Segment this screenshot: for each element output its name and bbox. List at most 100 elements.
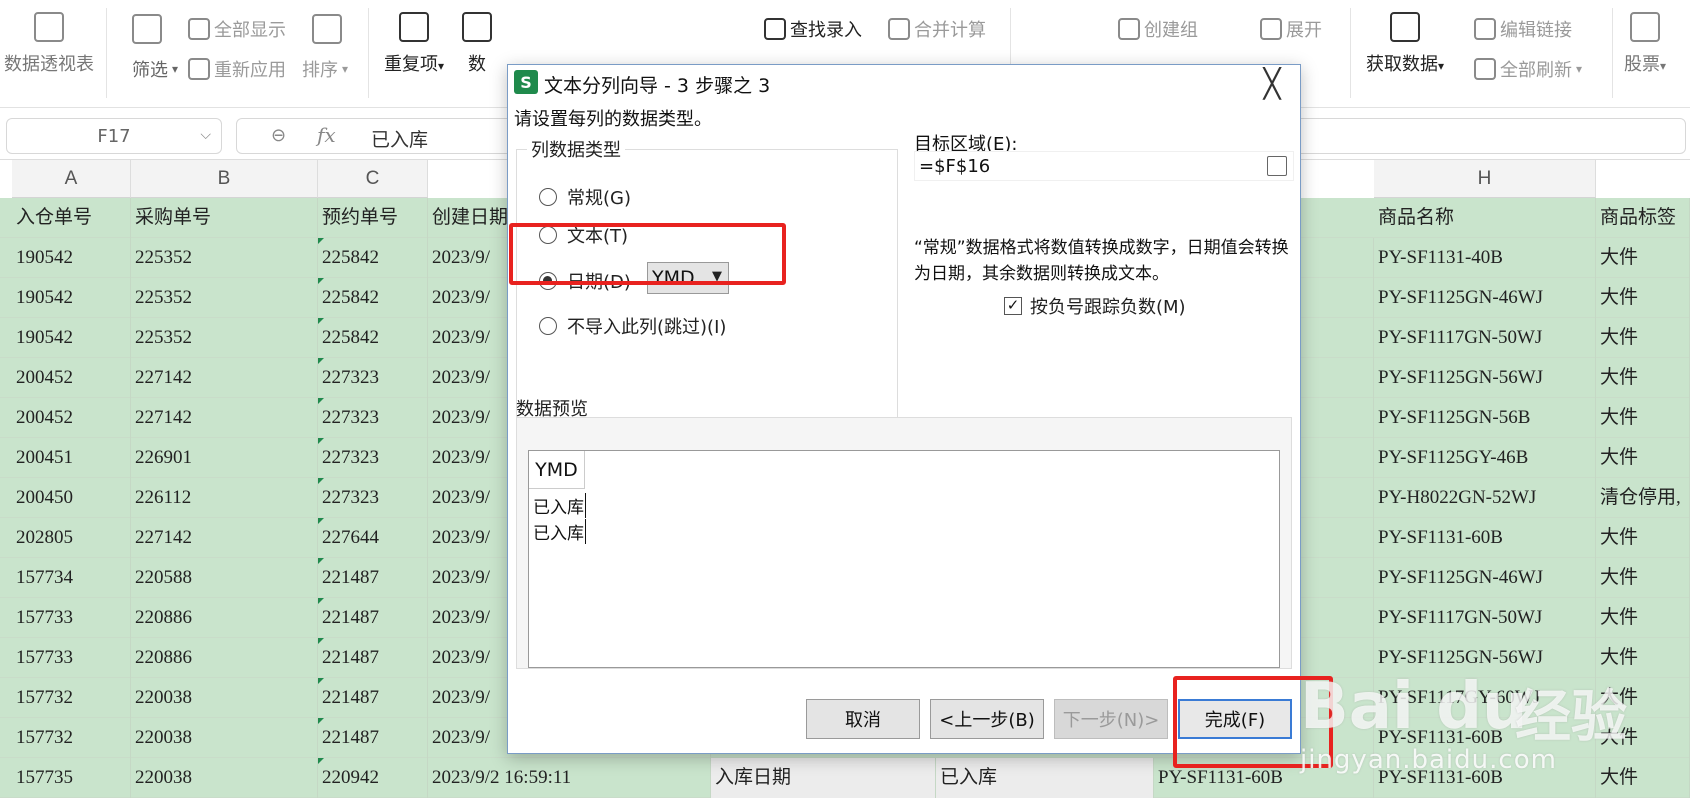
table-cell[interactable]: 157733 bbox=[12, 638, 131, 678]
column-header-b[interactable]: B bbox=[131, 160, 318, 198]
table-cell[interactable]: 200452 bbox=[12, 358, 131, 398]
cancel-button[interactable]: 取消 bbox=[806, 699, 920, 739]
table-cell[interactable]: 大件 bbox=[1596, 238, 1690, 278]
table-cell[interactable]: 226112 bbox=[131, 478, 318, 518]
table-cell[interactable]: 大件 bbox=[1596, 678, 1690, 718]
table-cell[interactable]: 清仓停用, bbox=[1596, 478, 1690, 518]
edit-links-button[interactable]: 编辑链接 bbox=[1474, 16, 1572, 42]
table-cell[interactable]: 大件 bbox=[1596, 718, 1690, 758]
negative-sign-checkbox[interactable]: ✓ 按负号跟踪负数(M) bbox=[1004, 293, 1186, 319]
function-icon[interactable]: fx bbox=[317, 123, 336, 147]
table-cell[interactable]: PY-SF1125GN-46WJ bbox=[1374, 278, 1596, 318]
table-cell[interactable]: 220038 bbox=[131, 678, 318, 718]
table-cell[interactable]: 227142 bbox=[131, 398, 318, 438]
table-cell[interactable]: PY-SF1131-60B bbox=[1374, 758, 1596, 798]
table-cell[interactable]: 157735 bbox=[12, 758, 131, 798]
table-cell[interactable]: 221487 bbox=[318, 598, 428, 638]
table-cell[interactable]: 225352 bbox=[131, 238, 318, 278]
table-cell[interactable]: PY-H8022GN-52WJ bbox=[1374, 478, 1596, 518]
target-area-input[interactable]: =$F$16 bbox=[914, 151, 1294, 181]
table-cell[interactable]: 220942 bbox=[318, 758, 428, 798]
table-cell[interactable]: 190542 bbox=[12, 318, 131, 358]
table-cell[interactable]: 220886 bbox=[131, 598, 318, 638]
header-cell[interactable]: 预约单号 bbox=[318, 198, 428, 238]
zoom-icon[interactable]: ⊖ bbox=[271, 125, 286, 146]
table-cell[interactable]: 190542 bbox=[12, 278, 131, 318]
table-cell[interactable]: 2023/9/2 16:59:11 bbox=[428, 758, 711, 798]
table-cell[interactable]: 157734 bbox=[12, 558, 131, 598]
table-cell[interactable]: 202805 bbox=[12, 518, 131, 558]
table-cell[interactable]: 大件 bbox=[1596, 758, 1690, 798]
expand-button[interactable]: 展开 bbox=[1260, 16, 1322, 42]
table-cell[interactable]: 200451 bbox=[12, 438, 131, 478]
table-cell[interactable]: 157733 bbox=[12, 598, 131, 638]
table-cell[interactable]: PY-SF1117GN-50WJ bbox=[1374, 318, 1596, 358]
table-cell[interactable]: 200452 bbox=[12, 398, 131, 438]
table-cell[interactable]: 大件 bbox=[1596, 598, 1690, 638]
create-group-button[interactable]: 创建组 bbox=[1118, 16, 1198, 42]
table-cell[interactable]: 220038 bbox=[131, 718, 318, 758]
table-cell[interactable]: 226901 bbox=[131, 438, 318, 478]
data-compare-button[interactable]: 数 bbox=[462, 12, 492, 76]
table-cell[interactable]: 已入库 bbox=[936, 758, 1154, 798]
data-preview[interactable]: YMD 已入库 已入库 bbox=[528, 450, 1280, 668]
table-cell[interactable]: PY-SF1131-60B bbox=[1374, 518, 1596, 558]
table-cell[interactable]: PY-SF1125GN-56WJ bbox=[1374, 358, 1596, 398]
table-cell[interactable]: 227644 bbox=[318, 518, 428, 558]
table-cell[interactable]: 225352 bbox=[131, 318, 318, 358]
table-cell[interactable]: 200450 bbox=[12, 478, 131, 518]
table-cell[interactable]: 157732 bbox=[12, 718, 131, 758]
table-cell[interactable]: 220038 bbox=[131, 758, 318, 798]
table-cell[interactable]: 221487 bbox=[318, 718, 428, 758]
table-cell[interactable]: 大件 bbox=[1596, 318, 1690, 358]
radio-general[interactable]: 常规(G) bbox=[539, 184, 631, 210]
table-cell[interactable]: 221487 bbox=[318, 678, 428, 718]
table-cell[interactable]: 220588 bbox=[131, 558, 318, 598]
table-cell[interactable]: 227142 bbox=[131, 358, 318, 398]
stocks-button[interactable]: 股票▾ bbox=[1624, 12, 1666, 76]
table-cell[interactable]: PY-SF1125GN-56B bbox=[1374, 398, 1596, 438]
dialog-titlebar[interactable]: S 文本分列向导 - 3 步骤之 3 ╳ bbox=[508, 65, 1300, 101]
find-entry-button[interactable]: 查找录入 bbox=[764, 16, 862, 42]
table-cell[interactable]: 227323 bbox=[318, 438, 428, 478]
table-cell[interactable]: 190542 bbox=[12, 238, 131, 278]
duplicates-button[interactable]: 重复项▾ bbox=[384, 12, 444, 76]
table-cell[interactable]: 大件 bbox=[1596, 278, 1690, 318]
reapply-button[interactable]: 重新应用 bbox=[188, 56, 286, 82]
table-cell[interactable]: PY-SF1125GY-46B bbox=[1374, 438, 1596, 478]
column-header-a[interactable]: A bbox=[12, 160, 131, 198]
column-header-c[interactable]: C bbox=[318, 160, 428, 198]
name-box[interactable]: F17 ⌵ bbox=[6, 118, 222, 154]
table-cell[interactable]: PY-SF1117GY-60WJ bbox=[1374, 678, 1596, 718]
pivot-table-button[interactable]: 数据透视表 bbox=[4, 12, 94, 76]
show-all-button[interactable]: 全部显示 bbox=[188, 16, 286, 42]
next-step-button[interactable]: 下一步(N)> bbox=[1054, 699, 1168, 739]
table-cell[interactable]: 225842 bbox=[318, 278, 428, 318]
table-cell[interactable]: 大件 bbox=[1596, 358, 1690, 398]
column-header-h[interactable]: H bbox=[1374, 160, 1596, 198]
header-cell[interactable]: 商品标签 bbox=[1596, 198, 1690, 238]
table-cell[interactable]: 227323 bbox=[318, 358, 428, 398]
table-cell[interactable]: PY-SF1125GN-46WJ bbox=[1374, 558, 1596, 598]
table-cell[interactable]: PY-SF1131-60B bbox=[1374, 718, 1596, 758]
table-cell[interactable]: 157732 bbox=[12, 678, 131, 718]
filter-button[interactable]: 筛选 ▾ bbox=[132, 56, 178, 82]
table-cell[interactable]: 大件 bbox=[1596, 398, 1690, 438]
table-cell[interactable]: 大件 bbox=[1596, 638, 1690, 678]
table-cell[interactable]: 227323 bbox=[318, 398, 428, 438]
table-cell[interactable]: 入库日期 bbox=[711, 758, 936, 798]
table-cell[interactable]: 227142 bbox=[131, 518, 318, 558]
range-select-icon[interactable] bbox=[1267, 156, 1287, 176]
table-cell[interactable]: 227323 bbox=[318, 478, 428, 518]
table-cell[interactable]: 225842 bbox=[318, 318, 428, 358]
table-cell[interactable]: 221487 bbox=[318, 558, 428, 598]
table-cell[interactable]: 221487 bbox=[318, 638, 428, 678]
table-cell[interactable]: PY-SF1125GN-56WJ bbox=[1374, 638, 1596, 678]
table-cell[interactable]: PY-SF1131-40B bbox=[1374, 238, 1596, 278]
table-cell[interactable]: 220886 bbox=[131, 638, 318, 678]
table-cell[interactable]: 大件 bbox=[1596, 558, 1690, 598]
header-cell[interactable]: 入仓单号 bbox=[12, 198, 131, 238]
table-cell[interactable]: 225842 bbox=[318, 238, 428, 278]
previous-step-button[interactable]: <上一步(B) bbox=[930, 699, 1044, 739]
sort-button[interactable]: 排序 ▾ bbox=[302, 56, 348, 82]
